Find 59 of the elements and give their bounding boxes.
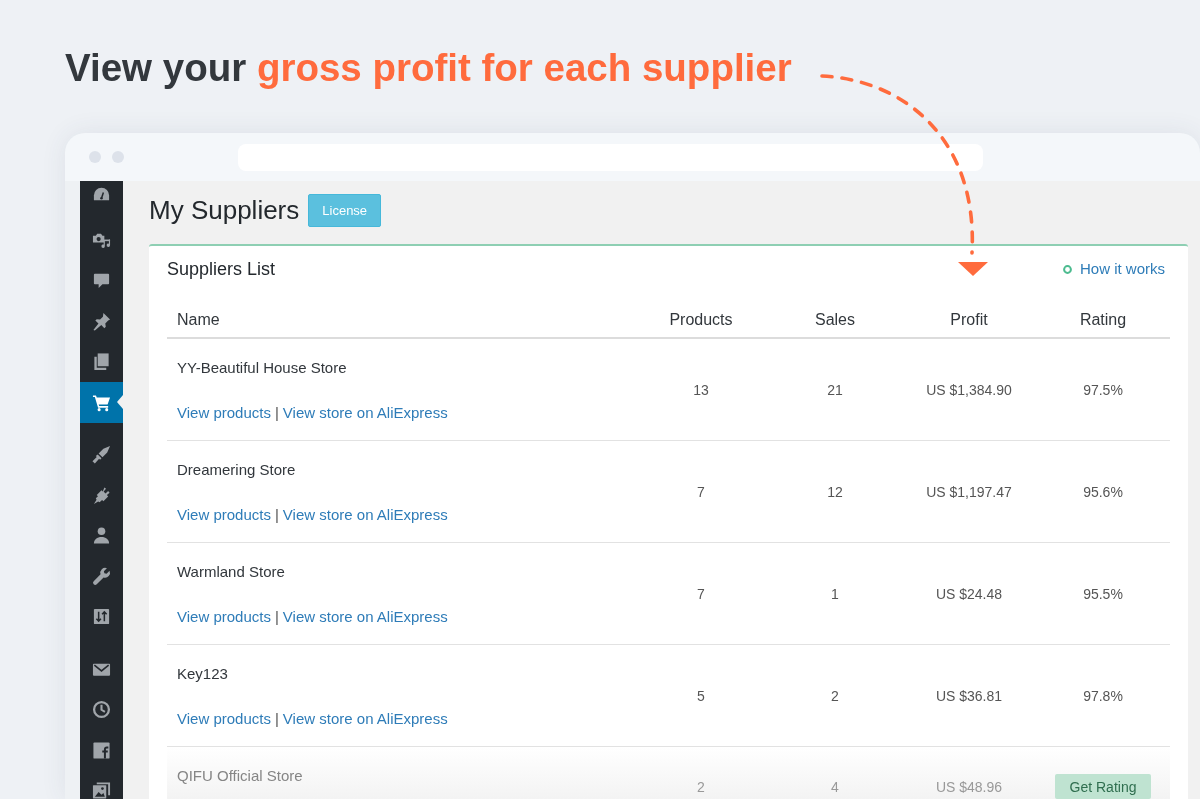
rating-percent: 95.6% bbox=[1083, 482, 1123, 501]
column-header: Sales bbox=[815, 310, 855, 329]
supplier-name: Warmland Store bbox=[177, 562, 285, 582]
view-products-link[interactable]: View products bbox=[177, 504, 271, 526]
view-store-link[interactable]: View store on AliExpress bbox=[282, 402, 448, 424]
rating-percent: 97.5% bbox=[1083, 380, 1123, 399]
documents-icon bbox=[92, 352, 111, 372]
products-count: 7 bbox=[697, 482, 705, 501]
rating-percent: 95.5% bbox=[1083, 584, 1123, 603]
rating-percent: 97.8% bbox=[1083, 686, 1123, 705]
sales-count: 2 bbox=[831, 686, 839, 705]
up-down-arrows-icon bbox=[92, 607, 111, 627]
profit-amount: US $48.96 bbox=[935, 778, 1003, 796]
person-icon bbox=[92, 526, 111, 546]
view-store-link[interactable]: View store on AliExpress bbox=[282, 504, 448, 526]
square-f-icon bbox=[92, 740, 111, 760]
column-header: Products bbox=[669, 310, 733, 329]
cart-icon bbox=[92, 392, 111, 412]
card-title: Suppliers List bbox=[167, 258, 276, 280]
page-title: My Suppliers bbox=[149, 194, 300, 227]
profit-amount: US $1,384.90 bbox=[926, 380, 1012, 399]
headline: View your gross profit for each supplier bbox=[65, 45, 792, 91]
link-separator: | bbox=[274, 607, 279, 627]
products-count: 2 bbox=[697, 778, 705, 796]
supplier-name: Dreamering Store bbox=[177, 460, 296, 480]
supplier-name: YY-Beautiful House Store bbox=[177, 358, 347, 378]
sales-count: 4 bbox=[831, 778, 839, 796]
column-header: Name bbox=[177, 310, 220, 329]
paintbrush-icon bbox=[92, 445, 111, 465]
profit-amount: US $36.81 bbox=[935, 686, 1003, 705]
view-store-link[interactable]: View store on AliExpress bbox=[282, 708, 448, 730]
sidebar-item[interactable] bbox=[80, 382, 123, 423]
column-header: Profit bbox=[950, 310, 988, 329]
get-rating-button[interactable]: Get Rating bbox=[1054, 774, 1152, 799]
view-store-link[interactable]: View store on AliExpress bbox=[282, 606, 448, 628]
supplier-name: Key123 bbox=[177, 664, 228, 684]
pushpin-icon bbox=[92, 311, 111, 331]
products-count: 13 bbox=[693, 380, 709, 399]
profit-amount: US $1,197.47 bbox=[926, 482, 1012, 501]
sales-count: 1 bbox=[831, 584, 839, 603]
how-it-works-link[interactable]: How it works bbox=[1063, 258, 1165, 280]
plug-icon bbox=[92, 485, 111, 505]
address-field[interactable] bbox=[238, 143, 983, 171]
column-header: Rating bbox=[1079, 310, 1127, 329]
link-separator: | bbox=[274, 709, 279, 729]
link-separator: | bbox=[274, 403, 279, 423]
wrench-icon bbox=[92, 566, 111, 586]
clock-icon bbox=[92, 700, 111, 720]
profit-amount: US $24.48 bbox=[935, 584, 1003, 603]
view-products-link[interactable]: View products bbox=[177, 708, 271, 730]
sales-count: 12 bbox=[827, 482, 843, 501]
products-count: 5 bbox=[697, 686, 705, 705]
ring-icon bbox=[1063, 264, 1072, 274]
view-products-link[interactable]: View products bbox=[177, 402, 271, 424]
supplier-name: QIFU Official Store bbox=[177, 766, 303, 786]
view-products-link[interactable]: View products bbox=[177, 606, 271, 628]
products-count: 7 bbox=[697, 584, 705, 603]
sales-count: 21 bbox=[827, 380, 843, 399]
link-separator: | bbox=[274, 505, 279, 525]
